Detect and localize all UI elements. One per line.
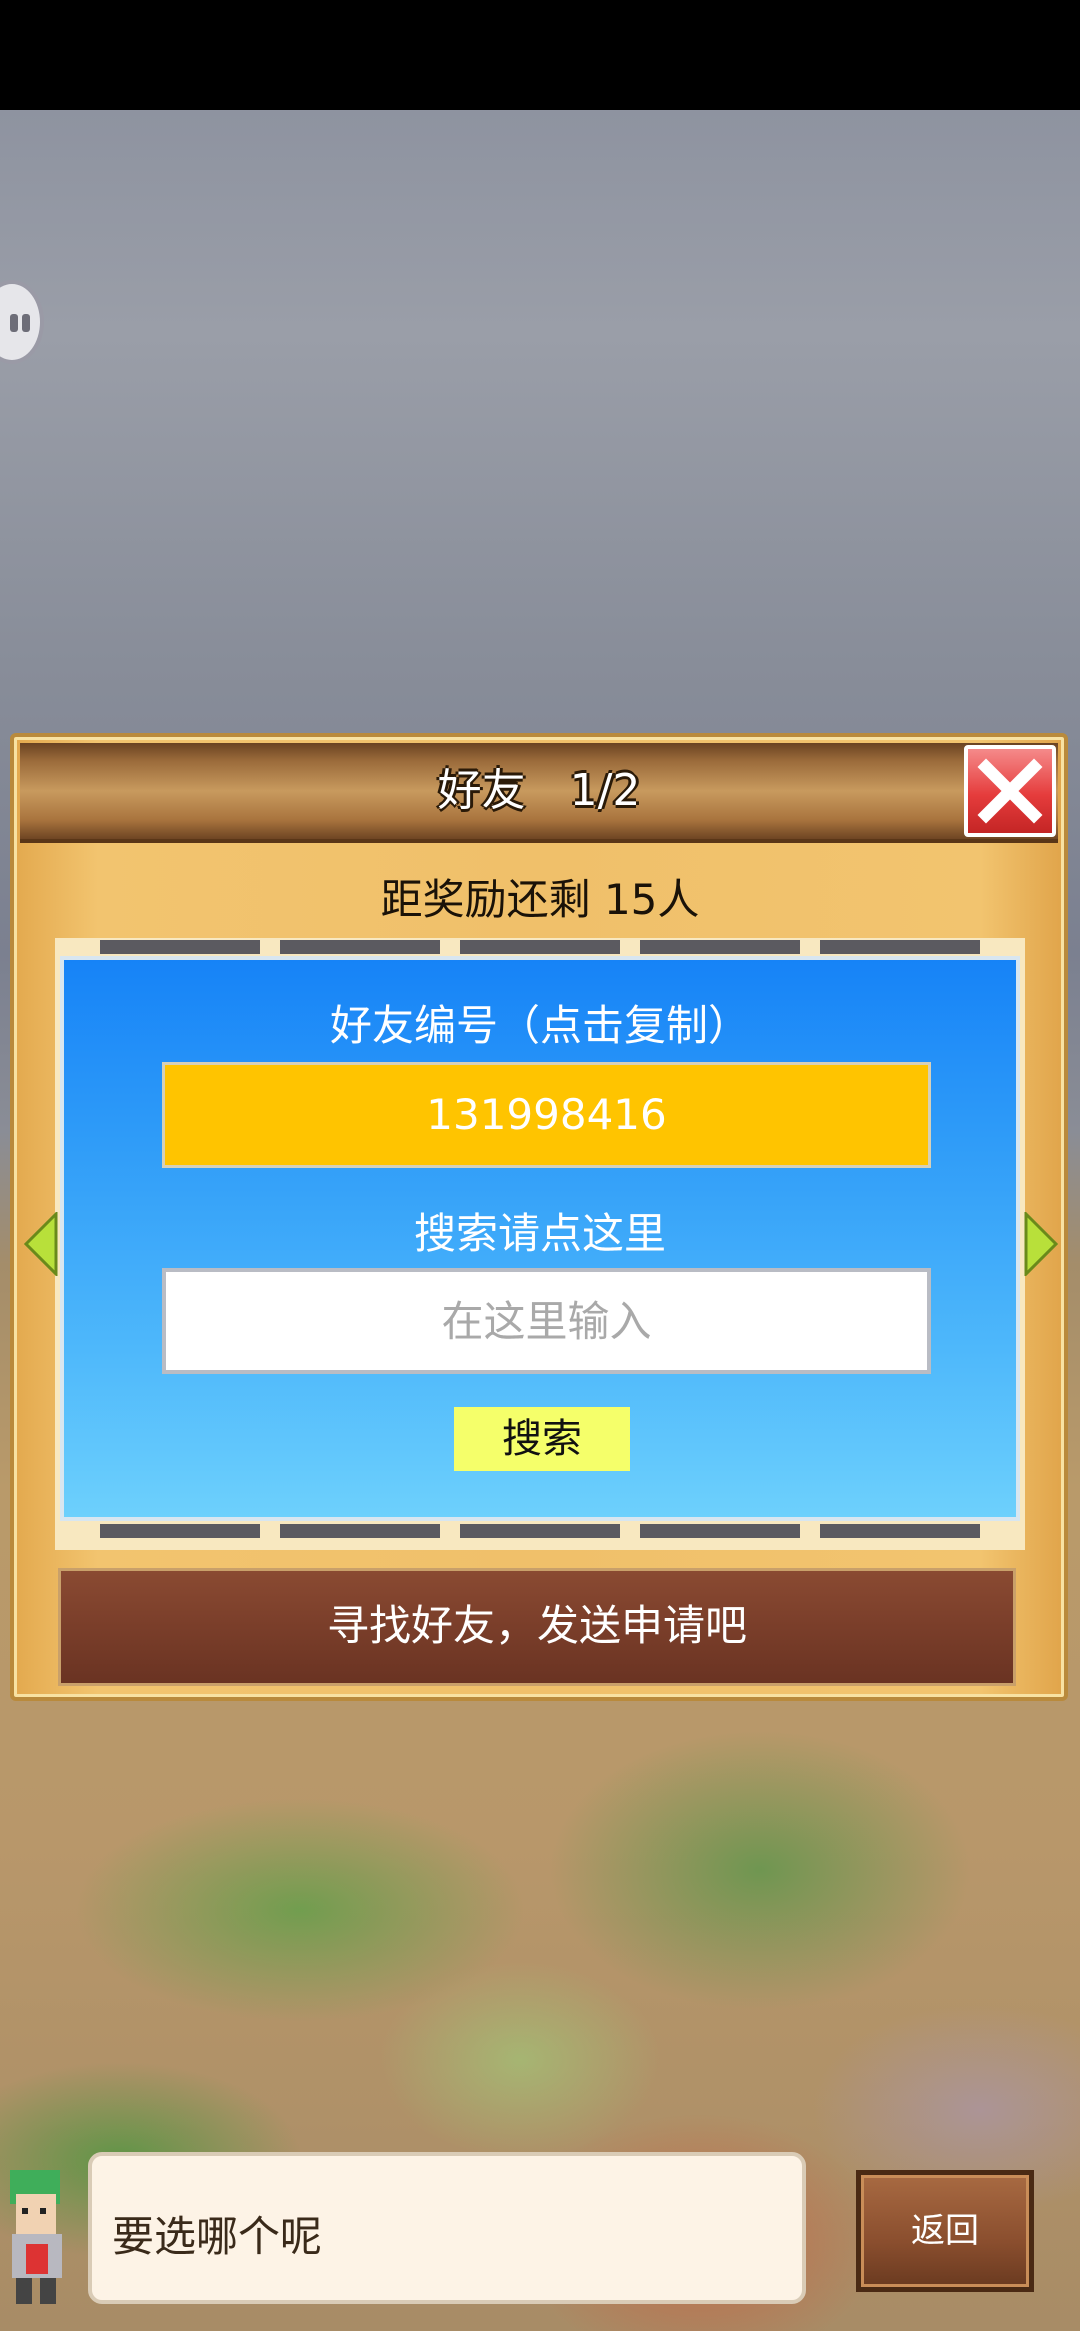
pause-icon-bar <box>22 314 30 332</box>
tick <box>820 1524 980 1538</box>
arrow-right-icon[interactable] <box>1024 1212 1060 1276</box>
tick <box>820 940 980 954</box>
friend-id-copy-button[interactable]: 131998416 <box>162 1062 931 1168</box>
search-input[interactable] <box>162 1268 931 1374</box>
pause-icon <box>10 314 18 332</box>
arrow-left-icon[interactable] <box>22 1212 58 1276</box>
avatar <box>10 2170 62 2304</box>
close-button[interactable] <box>964 745 1056 837</box>
reward-remaining-text: 距奖励还剩 15人 <box>380 875 700 924</box>
panel-bottom-ticks <box>55 1524 1025 1538</box>
tick <box>100 940 260 954</box>
panel-top-ticks <box>55 940 1025 954</box>
dialog-header: 好友 1/2 <box>20 743 1058 843</box>
search-label: 搜索请点这里 <box>413 1209 666 1258</box>
tick <box>640 1524 800 1538</box>
friend-id-label: 好友编号（点击复制） <box>329 1001 750 1050</box>
tick <box>100 1524 260 1538</box>
tick <box>280 1524 440 1538</box>
search-button[interactable]: 搜索 <box>454 1407 630 1471</box>
tick <box>280 940 440 954</box>
back-button[interactable]: 返回 <box>856 2170 1034 2292</box>
tick <box>460 940 620 954</box>
tick <box>460 1524 620 1538</box>
find-friends-banner: 寻找好友，发送申请吧 <box>58 1568 1016 1686</box>
close-icon <box>977 758 1043 824</box>
status-bar <box>0 0 1080 110</box>
tick <box>640 940 800 954</box>
dialog-title: 好友 1/2 <box>437 765 641 816</box>
message-text: 要选哪个呢 <box>112 2212 323 2261</box>
